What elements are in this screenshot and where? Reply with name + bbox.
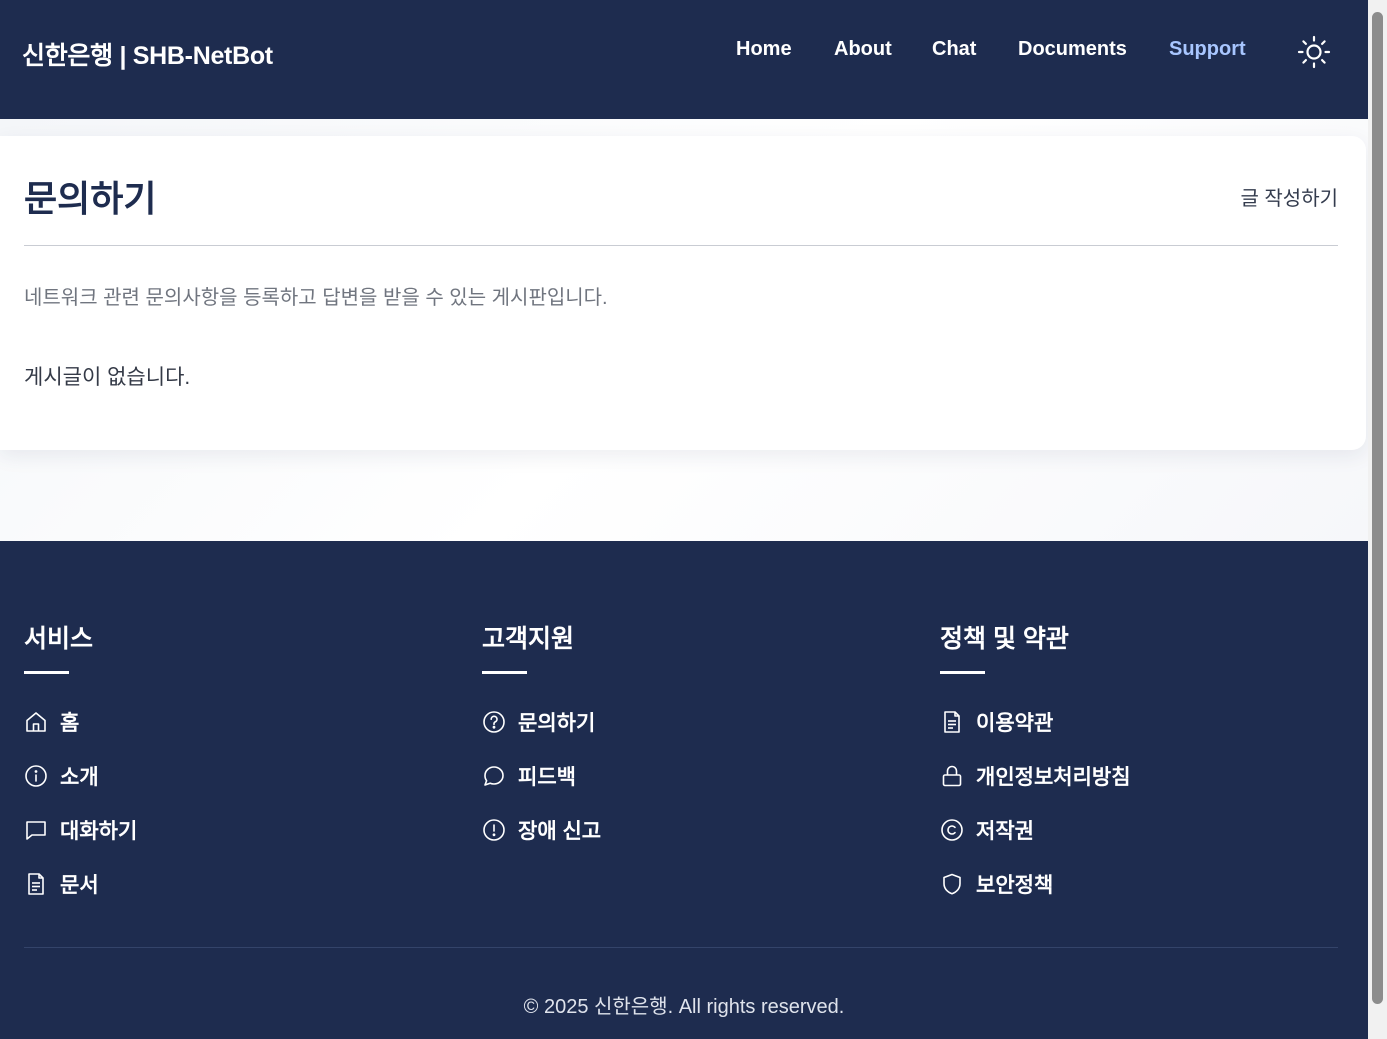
footer-link-copyright[interactable]: 저작권 — [940, 815, 1034, 845]
lock-icon — [940, 764, 964, 788]
footer-link-label: 보안정책 — [976, 874, 1054, 897]
copyright-text: © 2025 신한은행. All rights reserved. — [523, 996, 845, 1018]
brand-logo[interactable]: 신한은행 | SHB-NetBot — [22, 36, 273, 72]
footer-link-about[interactable]: 소개 — [24, 761, 99, 791]
heading-underline — [24, 671, 69, 674]
write-post-button[interactable]: 글 작성하기 — [1240, 182, 1338, 211]
top-navbar: 신한은행 | SHB-NetBot Home About Chat Docume… — [0, 0, 1368, 119]
board-description: 네트워크 관련 문의사항을 등록하고 답변을 받을 수 있는 게시판입니다. — [24, 287, 608, 309]
heading-underline — [482, 671, 527, 674]
footer-link-security-policy[interactable]: 보안정책 — [940, 869, 1053, 899]
document-icon — [24, 872, 48, 896]
footer-link-home[interactable]: 홈 — [24, 707, 79, 737]
footer-link-terms[interactable]: 이용약관 — [940, 707, 1053, 737]
message-circle-icon — [482, 764, 506, 788]
scrollbar-thumb[interactable] — [1372, 12, 1383, 1004]
nav-home[interactable]: Home — [736, 38, 792, 61]
footer-link-label: 소개 — [60, 766, 99, 789]
footer-link-label: 대화하기 — [60, 820, 138, 843]
footer-heading-policies: 정책 및 약관 — [940, 625, 1069, 653]
nav-about[interactable]: About — [834, 38, 892, 61]
sun-icon — [1297, 35, 1331, 69]
home-icon — [24, 710, 48, 734]
footer-column-support: 고객지원 문의하기 피드백 장애 신고 — [482, 619, 902, 843]
footer-heading-services: 서비스 — [24, 625, 94, 653]
copyright-icon — [940, 818, 964, 842]
footer-column-policies: 정책 및 약관 이용약관 개인정보처리방침 저작권 보안정책 — [940, 619, 1360, 897]
footer-divider — [24, 947, 1338, 948]
nav-support[interactable]: Support — [1169, 38, 1246, 61]
footer: 서비스 홈 소개 대화하기 문서 고객지원 문의하기 피드백 장애 신고 정책 … — [0, 541, 1368, 1039]
footer-link-label: 문의하기 — [518, 712, 596, 735]
footer-link-label: 이용약관 — [976, 712, 1054, 735]
footer-link-label: 피드백 — [518, 766, 576, 789]
main-content: 문의하기 글 작성하기 네트워크 관련 문의사항을 등록하고 답변을 받을 수 … — [0, 119, 1368, 541]
shield-icon — [940, 872, 964, 896]
footer-link-chat[interactable]: 대화하기 — [24, 815, 137, 845]
footer-heading-support: 고객지원 — [482, 625, 575, 653]
footer-column-services: 서비스 홈 소개 대화하기 문서 — [24, 619, 444, 897]
footer-link-privacy[interactable]: 개인정보처리방침 — [940, 761, 1131, 791]
footer-link-documents[interactable]: 문서 — [24, 869, 99, 899]
footer-link-label: 문서 — [60, 874, 99, 897]
theme-toggle-button[interactable] — [1297, 35, 1331, 69]
nav-chat[interactable]: Chat — [932, 38, 976, 61]
document-icon — [940, 710, 964, 734]
footer-link-label: 개인정보처리방침 — [976, 766, 1131, 789]
question-circle-icon — [482, 710, 506, 734]
board-card: 문의하기 글 작성하기 네트워크 관련 문의사항을 등록하고 답변을 받을 수 … — [0, 136, 1366, 450]
alert-circle-icon — [482, 818, 506, 842]
page-title: 문의하기 — [24, 178, 157, 219]
title-divider — [24, 245, 1338, 246]
info-icon — [24, 764, 48, 788]
footer-link-label: 저작권 — [976, 820, 1034, 843]
footer-link-inquiry[interactable]: 문의하기 — [482, 707, 595, 737]
footer-link-feedback[interactable]: 피드백 — [482, 761, 576, 791]
footer-link-label: 홈 — [60, 712, 80, 735]
footer-link-label: 장애 신고 — [518, 820, 602, 843]
nav-documents[interactable]: Documents — [1018, 38, 1127, 61]
heading-underline — [940, 671, 985, 674]
chat-bubble-icon — [24, 818, 48, 842]
vertical-scrollbar[interactable] — [1368, 0, 1387, 1039]
footer-link-incident-report[interactable]: 장애 신고 — [482, 815, 601, 845]
empty-list-message: 게시글이 없습니다. — [24, 366, 191, 389]
page: 신한은행 | SHB-NetBot Home About Chat Docume… — [0, 0, 1368, 1039]
